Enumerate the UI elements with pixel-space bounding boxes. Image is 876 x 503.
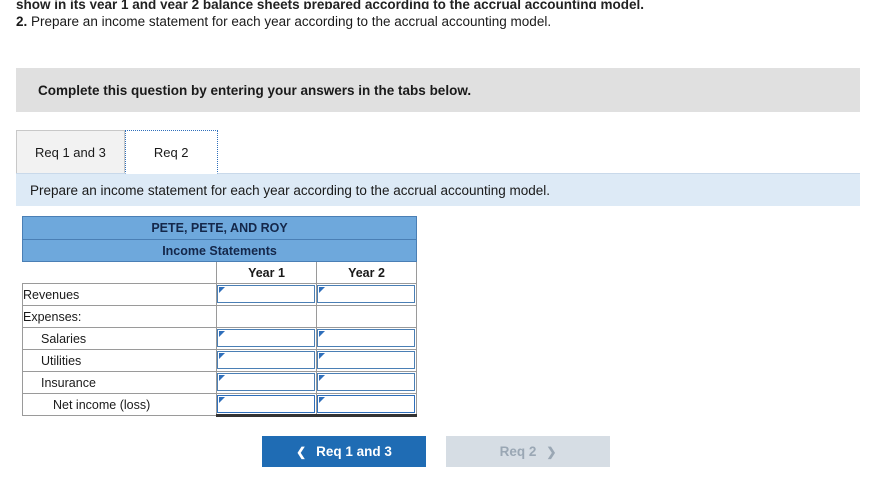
question-line-1: show in its year 1 and year 2 balance sh… [16, 0, 644, 9]
tab-req-2[interactable]: Req 2 [124, 130, 218, 174]
table-title: PETE, PETE, AND ROY [22, 216, 417, 240]
tab-bar: Req 1 and 3 Req 2 [16, 129, 218, 174]
tab-req-1-and-3[interactable]: Req 1 and 3 [16, 130, 125, 174]
cell-utilities-year-1[interactable] [216, 349, 317, 372]
cell-revenues-year-2[interactable] [316, 283, 417, 306]
input-salaries-year-1[interactable] [217, 329, 315, 347]
next-req-label: Req 2 [499, 444, 537, 459]
instruction-banner: Complete this question by entering your … [16, 68, 860, 112]
input-insurance-year-2[interactable] [317, 373, 415, 391]
prev-req-button[interactable]: ❮ Req 1 and 3 [262, 436, 426, 467]
table-column-header-row: Year 1 Year 2 [22, 261, 417, 284]
cell-expenses-year-2 [316, 305, 417, 328]
question-number: 2. [16, 14, 28, 29]
row-label-insurance: Insurance [22, 371, 217, 394]
input-net-income-year-2[interactable] [317, 395, 415, 413]
question-line-2: 2. Prepare an income statement for each … [16, 14, 860, 29]
chevron-right-icon: ❯ [546, 444, 557, 459]
question-area: show in its year 1 and year 2 balance sh… [0, 0, 876, 29]
instruction-banner-text: Complete this question by entering your … [38, 82, 472, 98]
cell-expenses-year-1 [216, 305, 317, 328]
table-title-row: PETE, PETE, AND ROY [22, 216, 417, 240]
table-row: Revenues [22, 283, 417, 306]
input-revenues-year-1[interactable] [217, 285, 315, 303]
cell-salaries-year-2[interactable] [316, 327, 417, 350]
cell-revenues-year-1[interactable] [216, 283, 317, 306]
cell-net-income-year-2[interactable] [316, 393, 417, 417]
row-label-revenues: Revenues [22, 283, 217, 306]
cell-net-income-year-1[interactable] [216, 393, 317, 417]
row-label-expenses: Expenses: [22, 305, 217, 328]
input-utilities-year-2[interactable] [317, 351, 415, 369]
input-salaries-year-2[interactable] [317, 329, 415, 347]
table-row: Utilities [22, 349, 417, 372]
row-label-salaries: Salaries [22, 327, 217, 350]
table-subtitle: Income Statements [22, 239, 417, 262]
row-label-utilities: Utilities [22, 349, 217, 372]
table-subtitle-row: Income Statements [22, 239, 417, 262]
input-net-income-year-1[interactable] [217, 395, 315, 413]
table-row: Insurance [22, 371, 417, 394]
input-insurance-year-1[interactable] [217, 373, 315, 391]
input-utilities-year-1[interactable] [217, 351, 315, 369]
row-label-net-income: Net income (loss) [22, 393, 217, 416]
column-header-year-2: Year 2 [316, 261, 417, 284]
column-header-blank [22, 261, 217, 284]
prev-req-label: Req 1 and 3 [316, 444, 392, 459]
cell-utilities-year-2[interactable] [316, 349, 417, 372]
cell-insurance-year-1[interactable] [216, 371, 317, 394]
table-row: Expenses: [22, 305, 417, 328]
table-row: Net income (loss) [22, 393, 417, 417]
pagination-nav: ❮ Req 1 and 3 Req 2 ❯ [262, 436, 610, 467]
sub-instruction-text: Prepare an income statement for each yea… [30, 182, 551, 198]
cell-insurance-year-2[interactable] [316, 371, 417, 394]
cell-salaries-year-1[interactable] [216, 327, 317, 350]
next-req-button[interactable]: Req 2 ❯ [446, 436, 610, 467]
chevron-left-icon: ❮ [296, 444, 307, 459]
column-header-year-1: Year 1 [216, 261, 317, 284]
income-statement-table: PETE, PETE, AND ROY Income Statements Ye… [22, 216, 417, 417]
input-revenues-year-2[interactable] [317, 285, 415, 303]
table-row: Salaries [22, 327, 417, 350]
sub-instruction-bar: Prepare an income statement for each yea… [16, 173, 860, 206]
question-text: Prepare an income statement for each yea… [31, 14, 552, 29]
